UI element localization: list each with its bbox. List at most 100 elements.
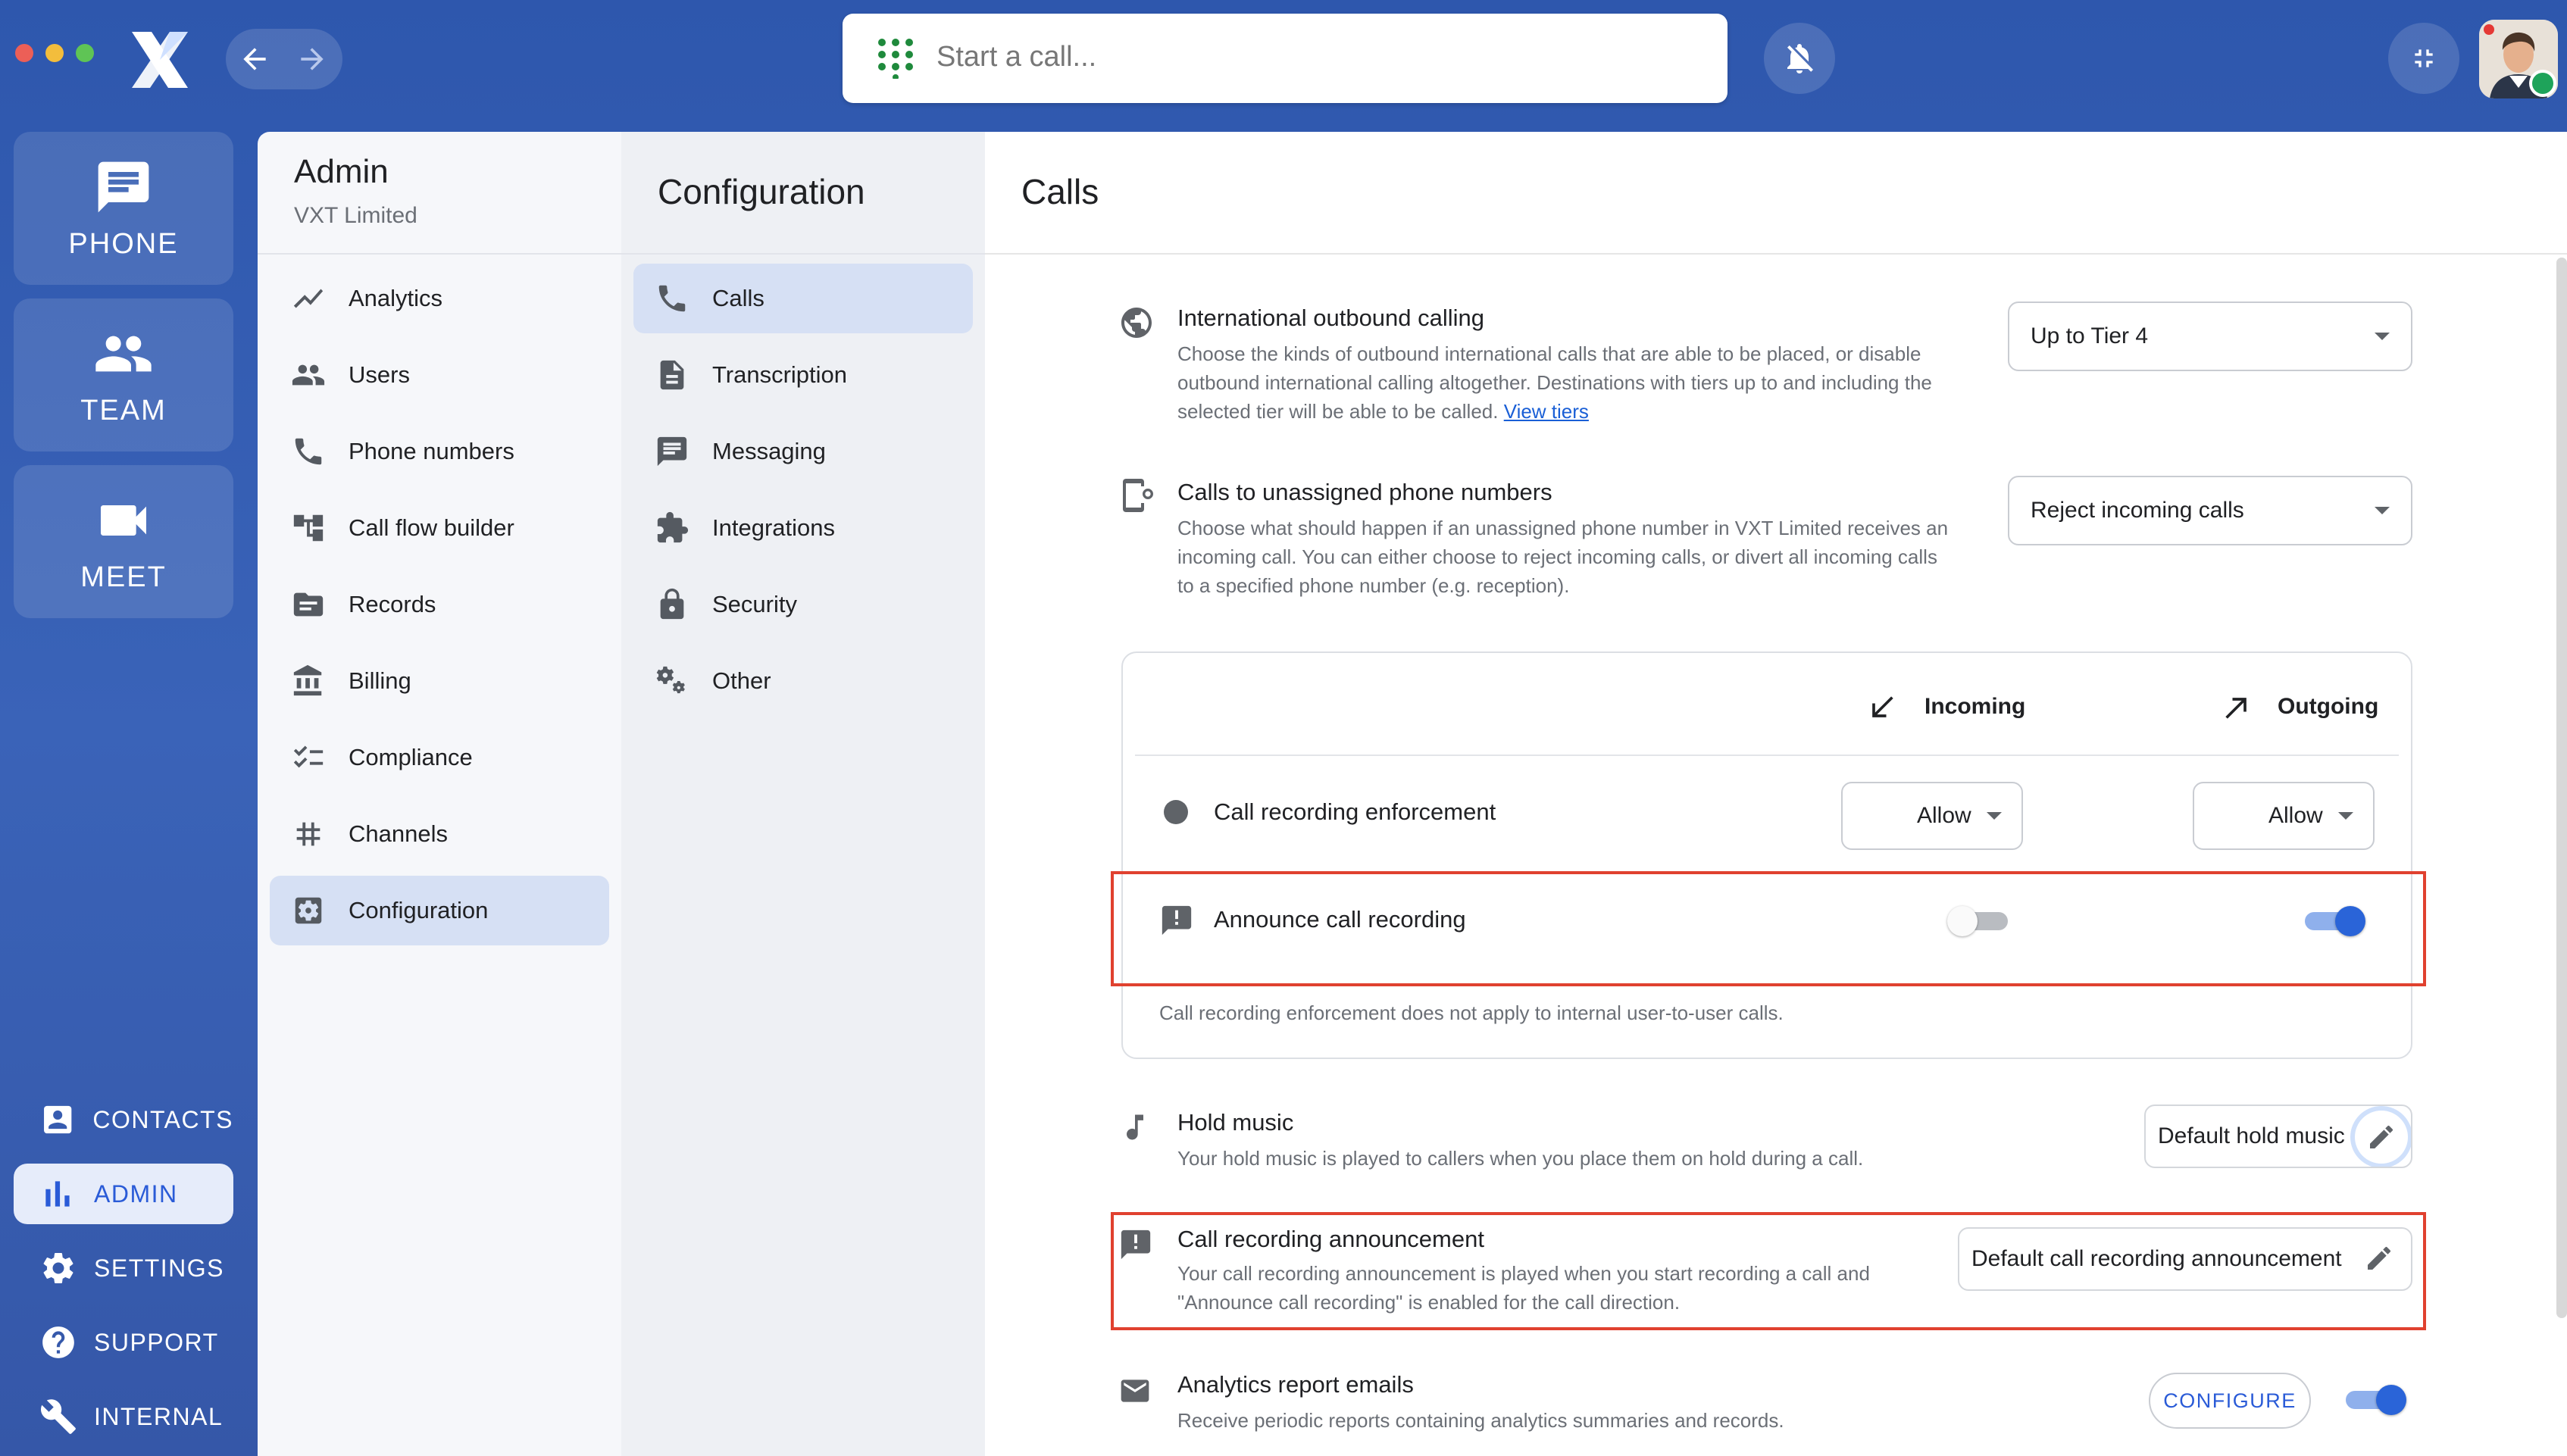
- collapse-window-button[interactable]: [2388, 23, 2459, 94]
- annotation-highlight-announcement: [1111, 1212, 2426, 1330]
- hold-music-value: Default hold music: [2158, 1123, 2345, 1148]
- view-tiers-link[interactable]: View tiers: [1504, 400, 1589, 423]
- unassigned-desc-line: Choose what should happen if an unassign…: [1177, 517, 1949, 539]
- config-item-transcription[interactable]: Transcription: [633, 340, 973, 410]
- contacts-icon: [44, 1105, 72, 1134]
- window-close-button[interactable]: [15, 44, 33, 62]
- enforcement-incoming-select[interactable]: Allow: [1841, 782, 2023, 850]
- admin-header: Admin VXT Limited: [258, 132, 621, 255]
- configuration-header: Configuration: [621, 132, 985, 255]
- admin-item-compliance[interactable]: Compliance: [270, 723, 609, 792]
- enforcement-outgoing-select[interactable]: Allow: [2193, 782, 2375, 850]
- international-tier-select[interactable]: Up to Tier 4: [2008, 302, 2412, 371]
- admin-item-label: Phone numbers: [349, 438, 514, 464]
- configure-analytics-button[interactable]: CONFIGURE: [2149, 1373, 2311, 1429]
- admin-item-label: Compliance: [349, 744, 473, 770]
- rail-team[interactable]: TEAM: [14, 298, 233, 451]
- wrench-icon: [40, 1399, 76, 1434]
- admin-menu-panel: Admin VXT Limited Analytics Users Phone …: [258, 132, 621, 1456]
- analytics-title: Analytics report emails: [1177, 1371, 1414, 1398]
- rail-internal[interactable]: INTERNAL: [14, 1386, 233, 1447]
- config-item-other[interactable]: Other: [633, 646, 973, 716]
- unassigned-action-value: Reject incoming calls: [2031, 498, 2244, 523]
- video-icon: [101, 505, 146, 536]
- admin-item-billing[interactable]: Billing: [270, 646, 609, 716]
- chevron-down-icon: [2375, 333, 2390, 340]
- international-desc-line: selected tier will be able to be called.: [1177, 400, 1499, 423]
- vxt-logo-icon: [132, 32, 188, 88]
- org-name: VXT Limited: [294, 203, 417, 228]
- admin-item-label: Records: [349, 591, 436, 617]
- puzzle-icon: [657, 511, 689, 543]
- hold-music-title: Hold music: [1177, 1109, 1294, 1136]
- config-item-calls[interactable]: Calls: [633, 264, 973, 333]
- analytics-emails-toggle[interactable]: [2341, 1382, 2406, 1418]
- team-icon: [95, 336, 152, 371]
- admin-item-call-flow-builder[interactable]: Call flow builder: [270, 493, 609, 563]
- international-tier-value: Up to Tier 4: [2031, 323, 2149, 348]
- lock-icon: [660, 588, 684, 620]
- admin-item-channels[interactable]: Channels: [270, 799, 609, 869]
- calls-title: Calls: [1021, 172, 1099, 211]
- admin-item-users[interactable]: Users: [270, 340, 609, 410]
- incoming-arrow-icon: [1872, 696, 1893, 717]
- rail-support[interactable]: SUPPORT: [14, 1312, 233, 1373]
- unassigned-desc: Choose what should happen if an unassign…: [1177, 514, 1948, 600]
- rail-phone[interactable]: PHONE: [14, 132, 233, 285]
- config-item-label: Other: [712, 667, 771, 694]
- international-title: International outbound calling: [1177, 305, 1485, 331]
- back-arrow-icon[interactable]: [238, 42, 271, 76]
- rail-admin[interactable]: ADMIN: [14, 1164, 233, 1224]
- mute-notifications-button[interactable]: [1764, 23, 1835, 94]
- window-minimize-button[interactable]: [45, 44, 64, 62]
- call-recording-card: Incoming Outgoing Call recording enforce…: [1121, 651, 2412, 1059]
- admin-item-label: Channels: [349, 820, 448, 847]
- rail-phone-label: PHONE: [68, 227, 179, 260]
- enforcement-incoming-value: Allow: [1917, 803, 1971, 828]
- hold-music-desc: Your hold music is played to callers whe…: [1177, 1147, 1864, 1170]
- card-divider: [1135, 755, 2399, 756]
- incoming-column-label: Incoming: [1924, 694, 2026, 719]
- record-dot-icon: [1164, 800, 1188, 824]
- window-zoom-button[interactable]: [76, 44, 94, 62]
- config-item-integrations[interactable]: Integrations: [633, 493, 973, 563]
- rail-settings[interactable]: SETTINGS: [14, 1238, 233, 1298]
- unassigned-desc-line: to a specified phone number (e.g. recept…: [1177, 574, 1570, 597]
- document-icon: [660, 360, 684, 390]
- analytics-desc: Receive periodic reports containing anal…: [1177, 1409, 1784, 1432]
- international-desc-line: outbound international calling altogethe…: [1177, 371, 1932, 394]
- user-avatar[interactable]: [2479, 20, 2558, 98]
- chevron-down-icon: [2375, 507, 2390, 514]
- rail-contacts[interactable]: CONTACTS: [14, 1089, 233, 1150]
- admin-item-phone-numbers[interactable]: Phone numbers: [270, 417, 609, 486]
- admin-title: Admin: [294, 153, 389, 190]
- configuration-menu-panel: Configuration Calls Transcription Messag…: [621, 132, 985, 1456]
- bank-icon: [293, 664, 322, 696]
- calls-header: Calls: [985, 132, 2567, 255]
- admin-item-label: Analytics: [349, 285, 443, 311]
- start-call-search[interactable]: Start a call...: [843, 14, 1727, 103]
- enforcement-label: Call recording enforcement: [1214, 798, 1496, 825]
- hold-music-edit-button[interactable]: [2355, 1111, 2408, 1164]
- forward-arrow-icon[interactable]: [295, 42, 329, 76]
- unassigned-action-select[interactable]: Reject incoming calls: [2008, 476, 2412, 545]
- phone-icon: [658, 285, 686, 312]
- email-icon: [1121, 1379, 1149, 1402]
- config-item-security[interactable]: Security: [633, 570, 973, 639]
- rail-support-label: SUPPORT: [94, 1328, 219, 1356]
- annotation-highlight-announce: [1111, 871, 2426, 986]
- config-item-label: Messaging: [712, 438, 826, 464]
- toggle-knob: [2376, 1385, 2406, 1415]
- admin-item-label: Call flow builder: [349, 514, 514, 541]
- config-item-messaging[interactable]: Messaging: [633, 417, 973, 486]
- calls-settings-panel: Calls International outbound calling Cho…: [985, 132, 2567, 1456]
- admin-item-records[interactable]: Records: [270, 570, 609, 639]
- chevron-down-icon: [1987, 812, 2002, 820]
- configuration-title: Configuration: [658, 172, 865, 211]
- admin-item-analytics[interactable]: Analytics: [270, 264, 609, 333]
- admin-item-configuration[interactable]: Configuration: [270, 876, 609, 945]
- scrollbar[interactable]: [2556, 258, 2567, 1318]
- config-item-label: Transcription: [712, 361, 848, 388]
- rail-meet[interactable]: MEET: [14, 465, 233, 618]
- hold-music-selector[interactable]: Default hold music: [2144, 1104, 2412, 1168]
